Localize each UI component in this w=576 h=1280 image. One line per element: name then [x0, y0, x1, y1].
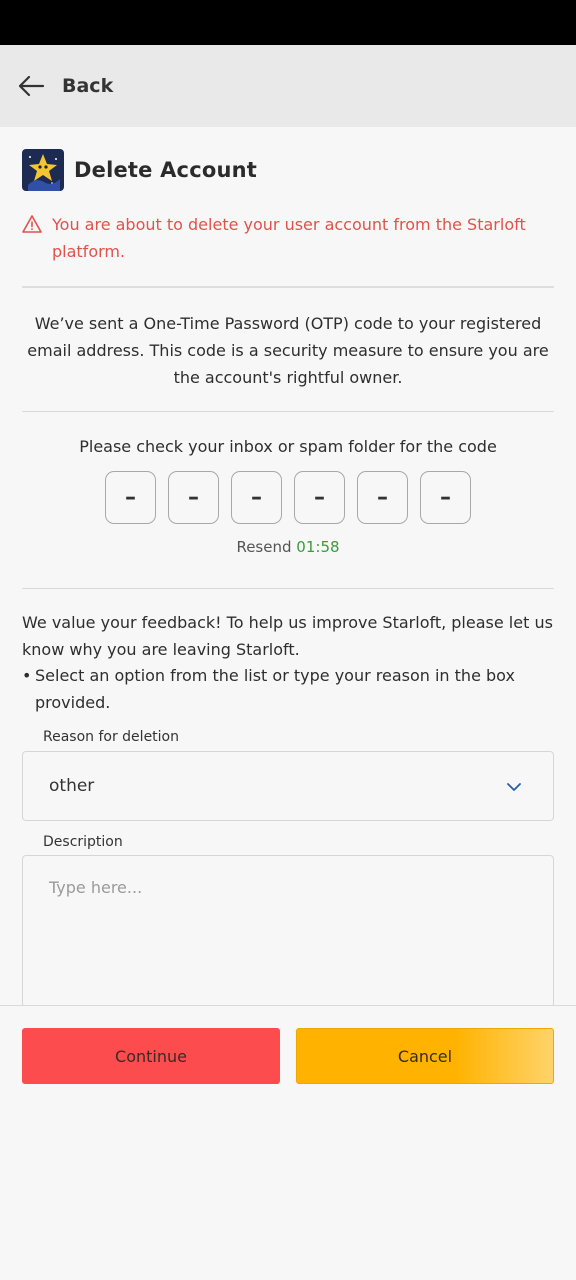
reason-label: Reason for deletion [43, 729, 179, 745]
otp-digit-input[interactable]: – [294, 471, 345, 524]
page-title: Delete Account [74, 158, 258, 182]
otp-digit-input[interactable]: – [357, 471, 408, 524]
feedback-bullet-text: Select an option from the list or type y… [35, 666, 515, 712]
back-label: Back [62, 75, 114, 97]
status-bar [0, 0, 576, 45]
resend-timer: 01:58 [296, 538, 340, 556]
otp-info-text: We’ve sent a One-Time Password (OTP) cod… [27, 314, 549, 387]
resend-link[interactable]: Resend [236, 538, 291, 556]
otp-instruction: Please check your inbox or spam folder f… [79, 437, 497, 456]
otp-input-group: – – – – – – [105, 471, 471, 524]
description-label: Description [43, 834, 123, 850]
app-bar: Back [0, 45, 576, 127]
back-button[interactable]: Back [16, 71, 113, 101]
warning-message: You are about to delete your user accoun… [22, 211, 542, 265]
chevron-down-icon [507, 783, 521, 791]
page-header: Delete Account [22, 148, 257, 192]
otp-digit-input[interactable]: – [105, 471, 156, 524]
feedback-intro: We value your feedback! To help us impro… [22, 613, 553, 659]
divider [22, 588, 554, 589]
starloft-logo [22, 149, 64, 191]
reason-selected-value: other [49, 776, 95, 796]
otp-digit-input[interactable]: – [168, 471, 219, 524]
resend-row: Resend 01:58 [0, 538, 576, 556]
divider [22, 286, 554, 288]
feedback-text: We value your feedback! To help us impro… [22, 610, 557, 716]
arrow-left-icon [18, 75, 45, 97]
bottom-divider [0, 1005, 576, 1006]
warning-text: You are about to delete your user accoun… [52, 215, 526, 261]
feedback-bullet: • Select an option from the list or type… [22, 663, 557, 716]
otp-digit-input[interactable]: – [231, 471, 282, 524]
continue-button[interactable]: Continue [22, 1028, 280, 1084]
bullet-dot: • [22, 666, 32, 685]
reason-select[interactable]: other [22, 751, 554, 821]
otp-digit-input[interactable]: – [420, 471, 471, 524]
description-textarea[interactable] [22, 855, 554, 1005]
cancel-button[interactable]: Cancel [296, 1028, 554, 1084]
warning-triangle-icon [22, 215, 42, 233]
divider [22, 411, 554, 412]
